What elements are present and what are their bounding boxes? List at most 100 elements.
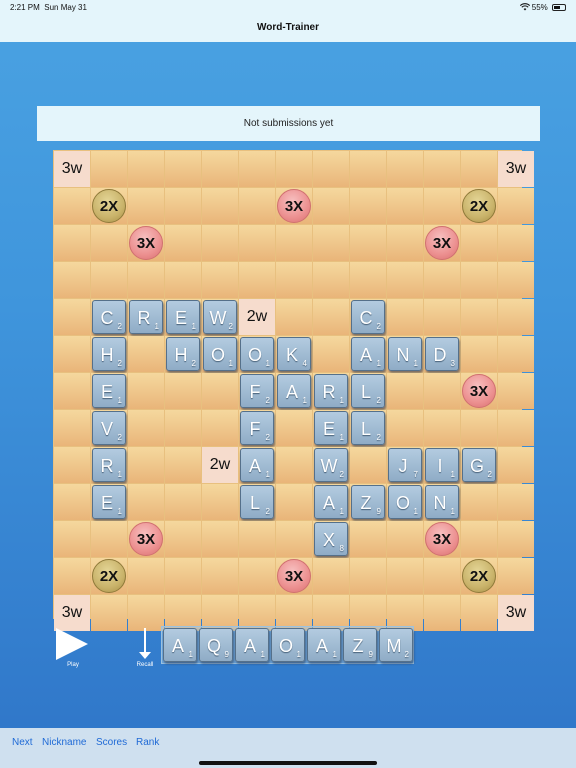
board-cell[interactable] — [165, 521, 201, 557]
board-cell[interactable]: K4 — [276, 336, 312, 372]
board-cell[interactable]: 3w — [498, 595, 534, 631]
board-cell[interactable] — [239, 262, 275, 298]
board-cell[interactable]: 3X — [128, 521, 164, 557]
rack-tile[interactable]: A1 — [163, 628, 197, 662]
board-cell[interactable]: N1 — [424, 484, 460, 520]
board-cell[interactable] — [350, 521, 386, 557]
board-cell[interactable]: 3X — [461, 373, 497, 409]
board-cell[interactable] — [498, 188, 534, 224]
board-cell[interactable] — [461, 410, 497, 446]
board-cell[interactable] — [165, 262, 201, 298]
recall-button[interactable]: Recall — [131, 628, 159, 670]
board-cell[interactable] — [165, 373, 201, 409]
rack-tile[interactable]: Q9 — [199, 628, 233, 662]
board-cell[interactable] — [461, 521, 497, 557]
board-cell[interactable] — [461, 262, 497, 298]
board-cell[interactable] — [461, 484, 497, 520]
board-cell[interactable] — [91, 225, 127, 261]
board-cell[interactable] — [498, 336, 534, 372]
rank-button[interactable]: Rank — [136, 737, 159, 748]
board-cell[interactable]: X8 — [313, 521, 349, 557]
board-cell[interactable] — [91, 151, 127, 187]
board-cell[interactable] — [128, 558, 164, 594]
board-cell[interactable]: F2 — [239, 373, 275, 409]
board-cell[interactable] — [498, 447, 534, 483]
board-cell[interactable] — [498, 484, 534, 520]
board-cell[interactable]: 3w — [498, 151, 534, 187]
board-cell[interactable]: O1 — [202, 336, 238, 372]
board-cell[interactable] — [165, 188, 201, 224]
board-cell[interactable] — [350, 151, 386, 187]
board-cell[interactable] — [54, 336, 90, 372]
board-cell[interactable] — [54, 188, 90, 224]
rack-tile[interactable]: A1 — [307, 628, 341, 662]
board-cell[interactable] — [387, 299, 423, 335]
board-cell[interactable] — [498, 225, 534, 261]
board-cell[interactable]: H2 — [165, 336, 201, 372]
board-cell[interactable]: A1 — [313, 484, 349, 520]
board-cell[interactable] — [387, 521, 423, 557]
board-cell[interactable] — [202, 188, 238, 224]
board-cell[interactable] — [498, 299, 534, 335]
board-cell[interactable] — [498, 521, 534, 557]
board-cell[interactable] — [239, 225, 275, 261]
board-cell[interactable] — [424, 558, 460, 594]
board-cell[interactable] — [54, 484, 90, 520]
board-cell[interactable]: R1 — [313, 373, 349, 409]
board-cell[interactable] — [313, 262, 349, 298]
board-cell[interactable] — [202, 558, 238, 594]
board-cell[interactable] — [350, 188, 386, 224]
board-cell[interactable] — [387, 262, 423, 298]
board-cell[interactable] — [424, 373, 460, 409]
board-cell[interactable] — [128, 373, 164, 409]
board-cell[interactable] — [202, 410, 238, 446]
board-cell[interactable] — [165, 410, 201, 446]
board-cell[interactable] — [276, 410, 312, 446]
board-cell[interactable] — [128, 447, 164, 483]
board-cell[interactable] — [461, 336, 497, 372]
board-cell[interactable]: E1 — [91, 484, 127, 520]
board-cell[interactable] — [313, 558, 349, 594]
board-cell[interactable] — [350, 262, 386, 298]
board-cell[interactable] — [461, 595, 497, 631]
nickname-button[interactable]: Nickname — [42, 737, 86, 748]
board-cell[interactable] — [461, 225, 497, 261]
board-cell[interactable]: 3w — [54, 151, 90, 187]
board-cell[interactable]: 2X — [91, 188, 127, 224]
board-cell[interactable]: 3X — [424, 225, 460, 261]
board-cell[interactable] — [387, 225, 423, 261]
board-cell[interactable]: 2X — [461, 558, 497, 594]
board-cell[interactable] — [461, 299, 497, 335]
board-cell[interactable] — [202, 262, 238, 298]
board-cell[interactable] — [165, 447, 201, 483]
board-cell[interactable] — [128, 484, 164, 520]
board-cell[interactable] — [54, 299, 90, 335]
board-cell[interactable]: C2 — [350, 299, 386, 335]
board-cell[interactable] — [387, 373, 423, 409]
board-cell[interactable] — [202, 521, 238, 557]
play-button[interactable]: Play — [54, 628, 92, 670]
board-cell[interactable] — [276, 262, 312, 298]
board-cell[interactable] — [54, 558, 90, 594]
board-cell[interactable]: E1 — [165, 299, 201, 335]
board-cell[interactable]: E1 — [91, 373, 127, 409]
board-cell[interactable] — [387, 188, 423, 224]
board-cell[interactable] — [424, 410, 460, 446]
board-cell[interactable] — [276, 521, 312, 557]
board-cell[interactable] — [424, 262, 460, 298]
board-cell[interactable] — [424, 151, 460, 187]
board-cell[interactable]: 3w — [54, 595, 90, 631]
board-cell[interactable]: I1 — [424, 447, 460, 483]
rack-tile[interactable]: Z9 — [343, 628, 377, 662]
board-cell[interactable]: O1 — [239, 336, 275, 372]
board-cell[interactable] — [54, 373, 90, 409]
board-cell[interactable] — [424, 595, 460, 631]
board-cell[interactable] — [91, 595, 127, 631]
board-cell[interactable] — [202, 225, 238, 261]
board-cell[interactable] — [128, 410, 164, 446]
board-cell[interactable] — [313, 299, 349, 335]
scores-button[interactable]: Scores — [96, 737, 127, 748]
board-cell[interactable]: H2 — [91, 336, 127, 372]
board-cell[interactable] — [128, 262, 164, 298]
board-cell[interactable] — [350, 558, 386, 594]
